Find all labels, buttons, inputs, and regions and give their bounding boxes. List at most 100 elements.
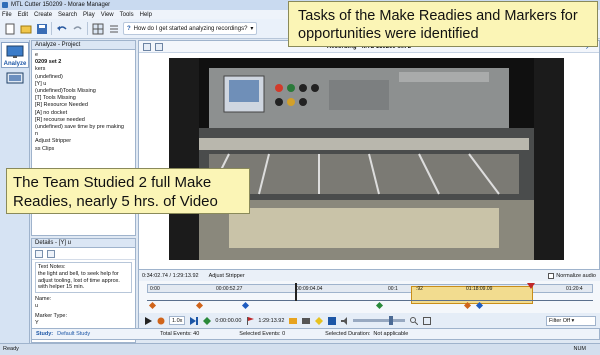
status-text: Ready <box>3 346 19 352</box>
study-value[interactable]: Default Study <box>57 331 90 337</box>
step-forward-icon[interactable] <box>189 316 198 325</box>
flag-red-icon[interactable] <box>245 316 254 325</box>
video-frame[interactable] <box>169 58 564 260</box>
volume-icon[interactable] <box>340 316 349 325</box>
note-icon[interactable] <box>314 316 323 325</box>
annotation-callout-tasks: Tasks of the Make Readies and Markers fo… <box>288 1 598 47</box>
duration-time: 1:29:13.92 <box>258 317 285 324</box>
project-panel-header: Analyze - Project <box>32 41 135 50</box>
num-lock-indicator: NUM <box>573 346 586 352</box>
marker-type-label: Marker Type: <box>35 312 67 319</box>
film-icon[interactable] <box>301 316 310 325</box>
end-marker[interactable] <box>527 283 535 289</box>
screen-icon <box>6 72 24 84</box>
redo-icon[interactable] <box>71 22 84 35</box>
name-value: u <box>35 302 39 309</box>
volume-slider-thumb[interactable] <box>389 316 394 325</box>
tick-label: 01:20:4 <box>566 286 583 292</box>
machine-video-image <box>169 58 564 260</box>
total-events: Total Events: 40 <box>160 331 200 337</box>
list-item[interactable]: [Y] u <box>35 81 132 88</box>
list-item[interactable]: ss Clips <box>35 146 132 153</box>
selected-events: Selected Events: 0 <box>239 331 286 337</box>
list-item[interactable]: (undefined)Tools Missing <box>35 88 132 95</box>
new-file-icon[interactable] <box>3 22 16 35</box>
list-item[interactable]: n <box>35 131 132 138</box>
marker-green-icon[interactable] <box>202 316 211 325</box>
tick-label: 00:00:52.27 <box>216 286 243 292</box>
menu-edit[interactable]: Edit <box>18 12 28 18</box>
marker-diamond[interactable] <box>148 301 157 310</box>
marker-diamond[interactable] <box>475 301 484 310</box>
list-item[interactable]: (undefined) <box>35 74 132 81</box>
selected-duration-value: Not applicable <box>373 331 409 337</box>
list-item[interactable]: e <box>35 52 132 59</box>
list-item[interactable]: 0209 set 2 <box>35 59 132 66</box>
undo-icon[interactable] <box>55 22 68 35</box>
menu-view[interactable]: View <box>101 12 114 18</box>
clip-icon[interactable] <box>288 316 297 325</box>
list-icon[interactable] <box>107 22 120 35</box>
marker-diamond[interactable] <box>241 301 250 310</box>
save-icon[interactable] <box>35 22 48 35</box>
fit-icon[interactable] <box>422 316 431 325</box>
menu-help[interactable]: Help <box>140 12 152 18</box>
filter-dropdown[interactable]: Filter Off ▾ <box>546 315 596 326</box>
selected-duration-label: Selected Duration: <box>325 331 371 337</box>
marker-row <box>147 301 593 311</box>
playback-controls: 1.0x 0:00:00.00 1:29:13.92 Filter Off ▾ <box>138 313 600 328</box>
zoom-in-icon[interactable] <box>409 316 418 325</box>
list-item[interactable]: [R] Resource Needed <box>35 102 132 109</box>
help-topic-dropdown[interactable]: ? How do I get started analyzing recordi… <box>123 22 258 35</box>
menu-search[interactable]: Search <box>58 12 77 18</box>
speed-dropdown[interactable]: 1.0x <box>169 316 186 325</box>
tick-label: 00:1 <box>388 286 398 292</box>
status-bar: Ready NUM <box>0 343 600 355</box>
video-status-bar: 0:34:02.74 / 1:29:13.92 Adjust Stripper … <box>138 270 600 281</box>
list-item[interactable]: (undefined) save time by pre making <box>35 124 132 131</box>
study-bar: Study: Default Study Total Events: 40 Se… <box>31 328 600 340</box>
timeline[interactable]: 0:00 00:00:52.27 00:09:04.04 00:1 :92 01… <box>138 281 600 313</box>
marker-diamond[interactable] <box>195 301 204 310</box>
annotation-callout-study: The Team Studied 2 full Make Readies, ne… <box>6 168 250 214</box>
marker-diamond[interactable] <box>375 301 384 310</box>
study-label: Study: <box>36 331 54 337</box>
name-label: Name: <box>35 296 52 303</box>
nav-analyze[interactable]: Analyze <box>1 42 29 68</box>
tick-label: :92 <box>416 286 423 292</box>
text-icon[interactable] <box>327 316 336 325</box>
marker-diamond[interactable] <box>463 301 472 310</box>
list-item[interactable]: [A] no docket <box>35 110 132 117</box>
edit-icon[interactable] <box>35 249 43 258</box>
list-item[interactable]: [R] recourse needed <box>35 117 132 124</box>
details-toolbar <box>32 248 135 260</box>
grid-icon[interactable] <box>91 22 104 35</box>
notes-box[interactable]: Text Notes: the light and bell, to seek … <box>35 262 132 294</box>
tick-label: 00:09:04.04 <box>296 286 323 292</box>
menu-tools[interactable]: Tools <box>120 12 134 18</box>
list-item[interactable]: [T] Tools Missing <box>35 95 132 102</box>
filter-icon[interactable] <box>47 249 55 258</box>
play-icon[interactable] <box>143 316 152 325</box>
elapsed-time: 0:00:00.00 <box>215 317 242 324</box>
menu-create[interactable]: Create <box>34 12 52 18</box>
playhead[interactable] <box>295 283 297 301</box>
volume-slider[interactable] <box>353 316 406 325</box>
window-title: MTL Cutter 150209 - Morae Manager <box>11 2 111 8</box>
list-item[interactable]: kers <box>35 66 132 73</box>
nav-present[interactable] <box>1 70 29 88</box>
normalize-checkbox[interactable] <box>548 272 555 279</box>
nav-analyze-label: Analyze <box>3 61 27 67</box>
open-folder-icon[interactable] <box>19 22 32 35</box>
monitor-icon <box>6 45 24 58</box>
details-panel-header: Details - [Y] u <box>32 239 135 248</box>
menu-play[interactable]: Play <box>83 12 95 18</box>
menu-file[interactable]: File <box>2 12 12 18</box>
chevron-down-icon: ▾ <box>250 26 254 32</box>
list-item[interactable]: Adjust Stripper <box>35 138 132 145</box>
tick-label: 01:18:09.09 <box>466 286 493 292</box>
help-icon: ? <box>127 25 131 32</box>
normalize-audio-toggle[interactable]: Normalize audio <box>548 272 596 279</box>
timeline-track[interactable] <box>147 283 593 301</box>
record-icon[interactable] <box>156 316 165 325</box>
